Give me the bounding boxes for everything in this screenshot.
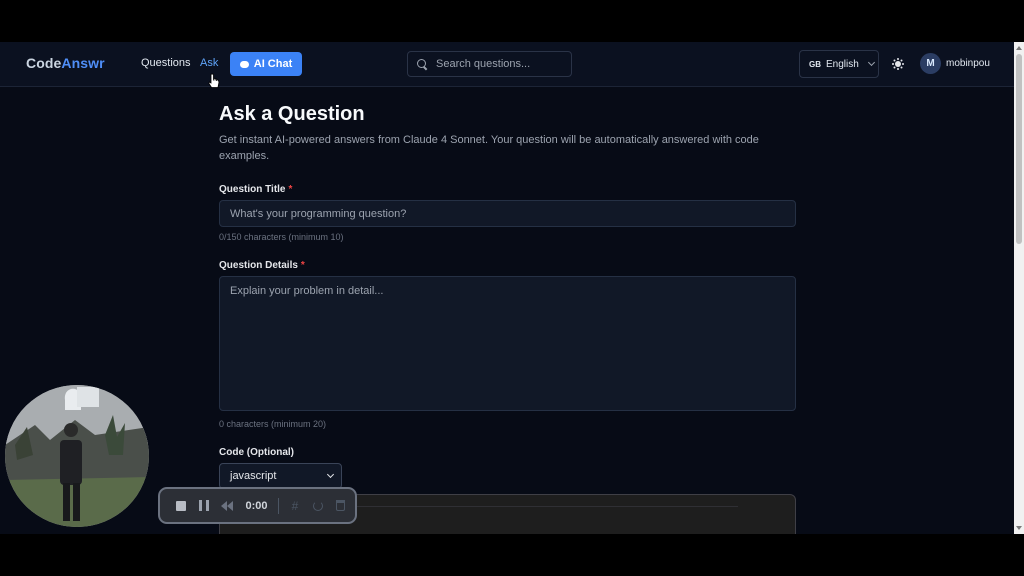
top-navbar: CodeAnswr Questions Ask AI Chat GB Engli… [0,42,1014,87]
question-details-textarea[interactable] [219,276,796,411]
chevron-down-icon [326,470,335,479]
chevron-down-icon [867,58,875,67]
pause-recording-button[interactable] [196,497,213,515]
required-mark: * [300,260,305,271]
letterbox-bottom [0,534,1024,576]
details-char-count: 0 characters (minimum 20) [219,419,327,429]
scrollbar-thumb[interactable] [1016,54,1022,244]
stop-icon [176,500,187,511]
rewind-icon [221,500,234,511]
trash-icon [336,500,346,511]
chat-bubble-icon [239,60,249,68]
required-mark: * [288,184,293,195]
code-language-select[interactable]: javascript [219,463,342,489]
rewind-button[interactable] [219,497,236,515]
theme-toggle-button[interactable] [891,57,905,71]
language-selected: English [826,58,859,70]
logo-main-text: Code [26,55,62,71]
question-title-input[interactable] [219,200,796,227]
avatar[interactable]: M [920,53,941,74]
ai-chat-label: AI Chat [253,58,293,70]
username[interactable]: mobinpou [946,58,990,69]
page-description: Get instant AI-powered answers from Clau… [219,134,759,162]
title-char-count: 0/150 characters (minimum 10) [219,232,344,242]
search-box[interactable] [407,51,572,77]
grid-icon: # [291,498,299,513]
search-icon [417,58,428,70]
stop-recording-button[interactable] [173,497,190,515]
code-language-selected: javascript [230,470,277,482]
restart-icon [312,500,323,511]
webcam-preview[interactable] [5,385,149,527]
question-details-label: Question Details * [219,260,305,271]
scroll-down-icon[interactable] [1016,526,1022,530]
code-label: Code (Optional) [219,447,294,458]
question-title-label: Question Title * [219,184,293,195]
mouse-cursor-icon [208,73,220,88]
delete-recording-button[interactable] [332,497,349,515]
browser-viewport: CodeAnswr Questions Ask AI Chat GB Engli… [0,42,1014,534]
logo-accent-text: Answr [61,55,105,71]
recording-time: 0:00 [245,499,268,512]
scroll-up-icon[interactable] [1016,46,1022,50]
letterbox-top [0,0,1024,42]
app-logo[interactable]: CodeAnswr [26,55,105,71]
flag-icon: GB [809,59,821,69]
vertical-scrollbar[interactable] [1014,42,1024,534]
sun-icon [895,61,901,67]
page-title: Ask a Question [219,103,365,125]
pause-icon [199,500,210,511]
grid-button[interactable]: # [287,497,304,515]
webcam-image [5,385,149,527]
ai-chat-button[interactable]: AI Chat [230,52,302,76]
nav-questions-link[interactable]: Questions [141,57,191,69]
restart-button[interactable] [309,497,326,515]
toolbar-divider [277,497,279,514]
language-selector[interactable]: GB English [799,50,879,78]
code-editor-line [308,506,738,507]
nav-ask-link[interactable]: Ask [200,57,218,69]
search-input[interactable] [436,58,566,70]
recording-toolbar: 0:00 # [158,487,357,524]
